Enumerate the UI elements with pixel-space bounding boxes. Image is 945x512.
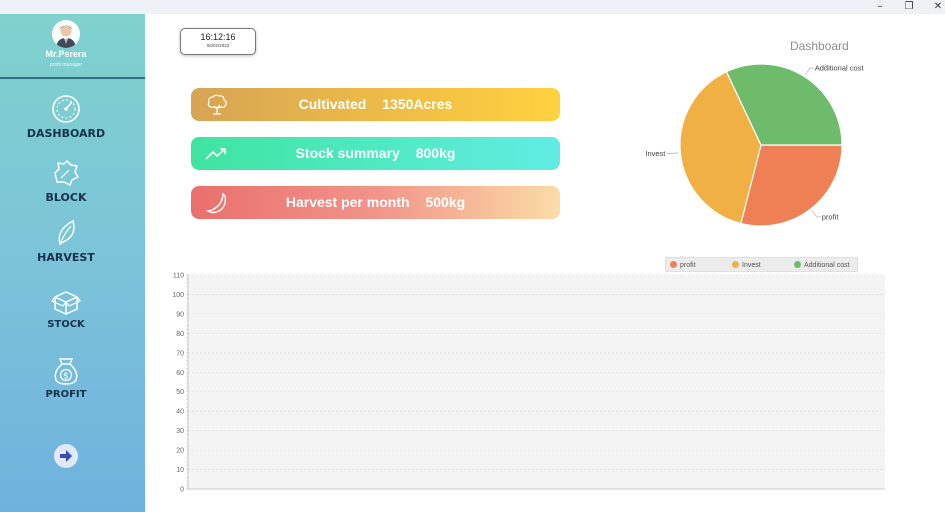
sidebar-item-profit[interactable]: $ PROFIT (0, 356, 132, 400)
user-avatar-icon (56, 25, 76, 48)
line-chart: 0 10 20 30 40 50 60 70 80 90 100 110 (172, 273, 885, 494)
sidebar: Mr.Perera profit manager DASHBOARD BLOCK… (0, 14, 145, 512)
sidebar-item-harvest[interactable]: HARVEST (0, 218, 132, 264)
minimize-button[interactable]: – (866, 0, 894, 14)
legend-dot (670, 261, 677, 268)
card-value: 1350Acres (382, 96, 453, 112)
y-tick-label: 90 (176, 311, 184, 318)
card-label: Stock summary (295, 145, 400, 161)
sidebar-divider (0, 77, 145, 79)
pie-label-leader (666, 152, 679, 154)
leaf-block-icon (54, 159, 80, 187)
sidebar-item-label: STOCK (47, 319, 85, 330)
clock-date: 05/02/2023 (206, 43, 230, 48)
cultivated-card[interactable]: Cultivated 1350Acres (191, 88, 560, 121)
arrow-right-icon (60, 450, 72, 462)
y-tick-label: 100 (172, 292, 184, 299)
restore-button[interactable]: ❐ (895, 0, 923, 14)
sidebar-item-label: HARVEST (37, 251, 95, 264)
card-text: Stock summary 800kg (191, 137, 560, 170)
harvest-per-month-card[interactable]: Harvest per month 500kg (191, 186, 560, 219)
user-profile: Mr.Perera profit manager (0, 14, 145, 78)
user-name: Mr.Perera (45, 49, 87, 59)
y-tick-label: 40 (176, 409, 184, 416)
y-tick-label: 0 (180, 487, 184, 494)
pie-label: Invest (645, 149, 666, 158)
sidebar-item-label: BLOCK (45, 191, 87, 204)
y-tick-label: 80 (176, 331, 184, 338)
box-icon (51, 291, 81, 315)
card-label: Cultivated (298, 96, 367, 112)
window-titlebar: – ❐ ✕ (0, 0, 945, 14)
user-role: profit manager (49, 62, 83, 68)
avatar (52, 20, 80, 48)
y-tick-label: 60 (176, 370, 184, 377)
leaf-icon (58, 219, 75, 246)
y-tick-label: 70 (176, 350, 184, 357)
card-value: 800kg (415, 145, 456, 161)
sidebar-item-stock[interactable]: STOCK (0, 288, 132, 330)
card-value: 500kg (425, 194, 466, 210)
pie-chart: profit Invest Additional cost (645, 63, 865, 227)
y-tick-label: 20 (176, 448, 184, 455)
legend-dot (794, 261, 801, 268)
sidebar-item-block[interactable]: BLOCK (0, 158, 132, 204)
clock-widget: 16:12:16 05/02/2023 (180, 28, 256, 55)
y-tick-label: 110 (173, 273, 184, 280)
sidebar-item-label: PROFIT (45, 389, 87, 400)
close-button[interactable]: ✕ (924, 0, 945, 14)
y-tick-label: 10 (176, 467, 184, 474)
y-tick-label: 50 (176, 389, 184, 396)
sidebar-item-dashboard[interactable]: DASHBOARD (0, 94, 132, 140)
pie-label-leader (805, 67, 814, 76)
dashboard-title: Dashboard (790, 39, 849, 53)
money-bag-icon: $ (54, 358, 78, 385)
card-label: Harvest per month (285, 194, 410, 210)
pie-label: profit (822, 212, 840, 221)
logout-button[interactable] (54, 444, 78, 468)
card-text: Cultivated 1350Acres (191, 88, 560, 121)
clock-time: 16:12:16 (200, 32, 236, 42)
pie-label-leader (811, 210, 821, 218)
y-tick-label: 30 (176, 428, 184, 435)
stock-summary-card[interactable]: Stock summary 800kg (191, 137, 560, 170)
plot-area (188, 275, 885, 489)
svg-text:$: $ (63, 372, 69, 382)
gauge-icon (52, 95, 80, 123)
pie-label: Additional cost (815, 64, 865, 73)
legend-dot (732, 261, 739, 268)
sidebar-item-label: DASHBOARD (26, 127, 106, 140)
card-text: Harvest per month 500kg (191, 186, 560, 219)
